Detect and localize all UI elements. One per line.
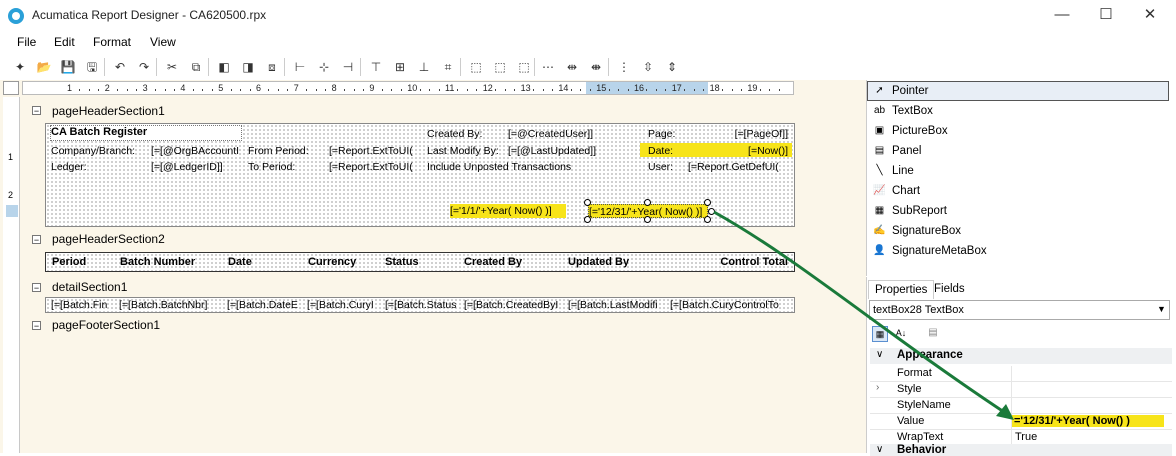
arrow-head	[996, 404, 1014, 420]
annotation-arrow	[713, 210, 1014, 420]
arrow-path	[713, 210, 1011, 418]
